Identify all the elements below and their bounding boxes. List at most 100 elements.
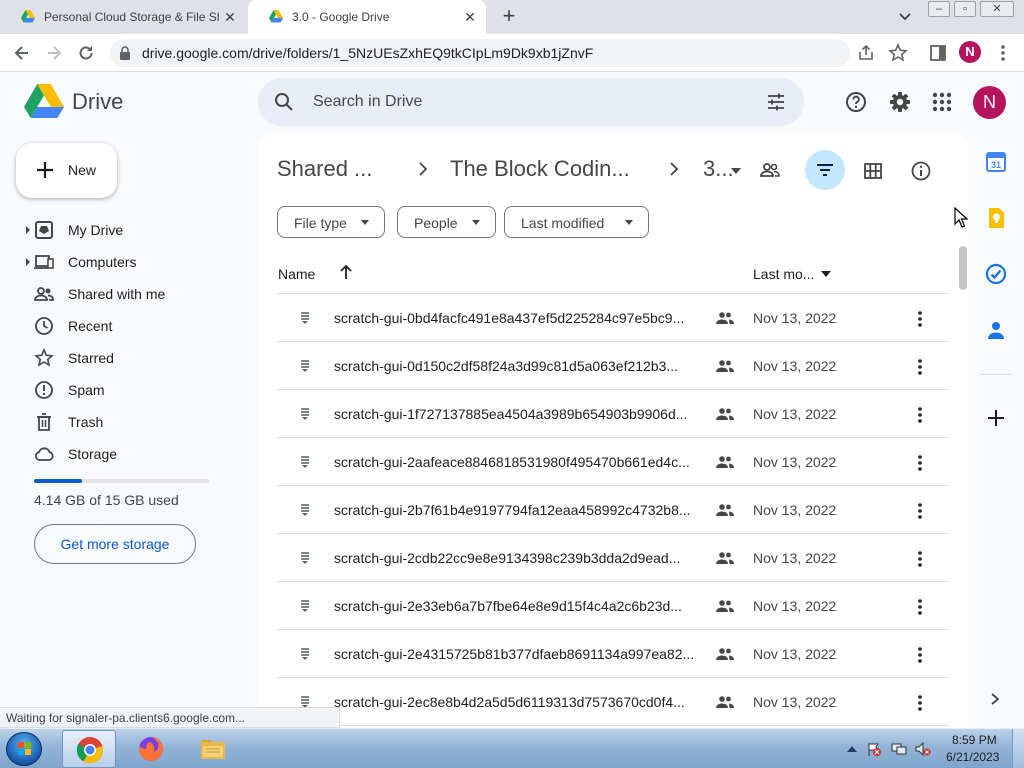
file-row[interactable]: scratch-gui-2b7f61b4e9197794fa12eaa45899…: [277, 486, 948, 534]
taskbar-chrome[interactable]: [62, 730, 116, 768]
window-restore-button[interactable]: ▫: [954, 1, 976, 17]
column-header-name[interactable]: Name: [278, 266, 315, 282]
bookmark-star-icon[interactable]: [888, 43, 908, 63]
sidebar-item-shared-with-me[interactable]: Shared with me: [0, 278, 250, 310]
windows-taskbar: [0, 728, 1024, 768]
drive-app-name[interactable]: Drive: [72, 89, 123, 115]
file-row[interactable]: scratch-gui-0d150c2df58f24a3d99c81d5a063…: [277, 342, 948, 390]
volume-muted-icon[interactable]: [915, 741, 931, 757]
breadcrumb-shared[interactable]: Shared ...: [277, 156, 372, 182]
side-panel-icon[interactable]: [928, 43, 948, 63]
google-drive-logo-icon[interactable]: [24, 84, 64, 118]
new-tab-button[interactable]: +: [498, 5, 520, 28]
google-apps-grid-icon[interactable]: [931, 91, 953, 113]
folder-menu-caret-icon[interactable]: [731, 168, 741, 174]
address-bar[interactable]: drive.google.com/drive/folders/1_5NzUEsZ…: [110, 39, 850, 67]
sort-ascending-arrow-icon[interactable]: [339, 264, 353, 280]
file-type-icon: [301, 648, 309, 660]
sidebar-item-storage[interactable]: Storage: [0, 438, 250, 470]
new-button[interactable]: New: [16, 143, 117, 198]
breadcrumb-current-folder[interactable]: 3...: [703, 156, 734, 182]
tab-search-icon[interactable]: [896, 8, 914, 26]
more-actions-icon[interactable]: [916, 646, 924, 664]
file-name: scratch-gui-2aafeace8846818531980f495470…: [334, 454, 690, 470]
file-row[interactable]: scratch-gui-1f727137885ea4504a3989b65490…: [277, 390, 948, 438]
windows-start-button[interactable]: [6, 732, 42, 766]
browser-tab-google-drive[interactable]: 3.0 - Google Drive ✕: [248, 0, 486, 34]
show-desktop-button[interactable]: [1012, 729, 1024, 768]
file-row[interactable]: scratch-gui-2aafeace8846818531980f495470…: [277, 438, 948, 486]
sidebar-item-computers[interactable]: Computers: [0, 246, 250, 278]
vertical-scrollbar[interactable]: [959, 246, 967, 290]
grid-view-icon[interactable]: [861, 159, 885, 183]
more-actions-icon[interactable]: [916, 406, 924, 424]
more-actions-icon[interactable]: [916, 310, 924, 328]
google-contacts-icon[interactable]: [984, 318, 1008, 342]
filter-toggle-button[interactable]: [805, 150, 845, 190]
expand-caret-icon[interactable]: [25, 225, 31, 235]
search-icon[interactable]: [274, 92, 294, 112]
google-tasks-icon[interactable]: [984, 262, 1008, 286]
taskbar-clock-time[interactable]: 8:59 PM: [952, 733, 997, 747]
lock-icon[interactable]: [118, 45, 132, 61]
taskbar-clock-date[interactable]: 6/21/2023: [946, 750, 999, 764]
more-actions-icon[interactable]: [916, 550, 924, 568]
taskbar-firefox[interactable]: [124, 730, 178, 768]
browser-menu-icon[interactable]: [1000, 43, 1006, 63]
file-list-panel: Shared ... The Block Codin... 3... File …: [257, 133, 968, 733]
google-keep-icon[interactable]: [984, 206, 1008, 230]
taskbar-file-explorer[interactable]: [186, 730, 240, 768]
file-type-icon: [301, 600, 309, 612]
get-add-ons-plus-icon[interactable]: [986, 408, 1006, 428]
share-icon[interactable]: [856, 43, 876, 63]
file-row[interactable]: scratch-gui-2cdb22cc9e8e9134398c239b3dda…: [277, 534, 948, 582]
windows-logo-icon: [18, 742, 31, 755]
search-options-icon[interactable]: [766, 92, 786, 112]
window-close-button[interactable]: ✕: [980, 1, 1014, 17]
more-actions-icon[interactable]: [916, 598, 924, 616]
settings-gear-icon[interactable]: [889, 91, 911, 113]
file-row[interactable]: scratch-gui-2e4315725b81b377dfaeb8691134…: [277, 630, 948, 678]
account-avatar[interactable]: N: [973, 86, 1006, 119]
more-actions-icon[interactable]: [916, 694, 924, 712]
sidebar-item-spam[interactable]: Spam: [0, 374, 250, 406]
file-row[interactable]: scratch-gui-0bd4facfc491e8a437ef5d225284…: [277, 294, 948, 342]
sidebar-item-label: Trash: [68, 414, 104, 430]
expand-caret-icon[interactable]: [25, 257, 31, 267]
browser-tab-personal-cloud[interactable]: Personal Cloud Storage & File Sh ✕: [0, 0, 246, 34]
drive-search-bar[interactable]: Search in Drive: [258, 78, 804, 126]
close-tab-icon[interactable]: ✕: [222, 9, 238, 25]
file-name: scratch-gui-2e4315725b81b377dfaeb8691134…: [334, 646, 695, 662]
get-more-storage-button[interactable]: Get more storage: [34, 524, 196, 564]
sidebar-item-recent[interactable]: Recent: [0, 310, 250, 342]
dropdown-caret-icon[interactable]: [821, 271, 831, 277]
more-actions-icon[interactable]: [916, 358, 924, 376]
info-icon[interactable]: [909, 159, 933, 183]
show-hidden-icons-icon[interactable]: [844, 741, 860, 757]
close-tab-icon[interactable]: ✕: [462, 9, 478, 25]
filter-chip-people[interactable]: People: [397, 206, 496, 238]
google-calendar-icon[interactable]: 31: [984, 150, 1008, 174]
breadcrumb-block-coding[interactable]: The Block Codin...: [450, 156, 630, 182]
file-row[interactable]: scratch-gui-2e33eb6a7b7fbe64e8e9d15f4c4a…: [277, 582, 948, 630]
forward-arrow-icon[interactable]: [44, 43, 64, 63]
show-side-panel-chevron-icon[interactable]: [990, 692, 1000, 706]
browser-profile-avatar[interactable]: N: [959, 41, 981, 63]
action-center-flag-icon[interactable]: [866, 741, 882, 757]
filter-chip-last-modified[interactable]: Last modified: [504, 206, 649, 238]
sidebar-item-starred[interactable]: Starred: [0, 342, 250, 374]
file-row[interactable]: scratch-gui-2ec8e8b4d2a5d5d6119313d75736…: [277, 678, 948, 726]
more-actions-icon[interactable]: [916, 502, 924, 520]
sidebar-item-my-drive[interactable]: My Drive: [0, 214, 250, 246]
sidebar-item-trash[interactable]: Trash: [0, 406, 250, 438]
reload-icon[interactable]: [76, 43, 96, 63]
file-modified-date: Nov 13, 2022: [753, 502, 837, 518]
help-icon[interactable]: [845, 91, 867, 113]
shared-people-icon[interactable]: [758, 159, 782, 183]
filter-chip-file-type[interactable]: File type: [277, 206, 385, 238]
network-icon[interactable]: [891, 741, 907, 757]
more-actions-icon[interactable]: [916, 454, 924, 472]
window-minimize-button[interactable]: –: [928, 1, 950, 17]
column-header-last-modified[interactable]: Last mo...: [753, 266, 814, 282]
back-arrow-icon[interactable]: [12, 43, 32, 63]
